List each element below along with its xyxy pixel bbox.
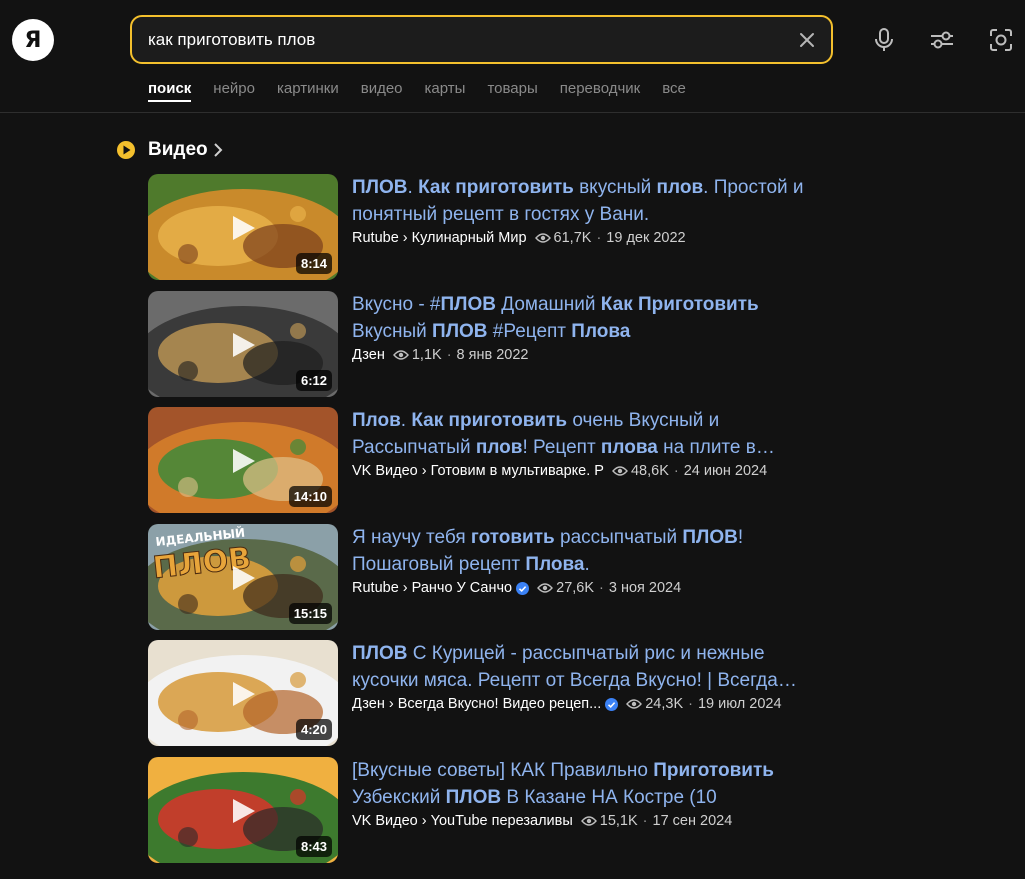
eye-icon bbox=[580, 816, 597, 826]
publish-date: 3 ноя 2024 bbox=[608, 580, 682, 596]
search-input[interactable] bbox=[148, 29, 768, 50]
meta-separator: · bbox=[596, 230, 602, 246]
video-duration: 15:15 bbox=[288, 603, 332, 624]
video-result: 14:10 Плов. Как приготовить очень Вкусны… bbox=[148, 407, 828, 513]
publish-date: 8 янв 2022 bbox=[456, 347, 529, 363]
video-meta: VK Видео › Готовим в мультиварке. Р 48,6… bbox=[352, 463, 822, 479]
play-icon bbox=[233, 333, 255, 357]
video-title-link[interactable]: Я научу тебя готовить рассыпчатый ПЛОВ! … bbox=[352, 524, 822, 578]
video-play-badge-icon bbox=[117, 141, 135, 159]
video-thumbnail[interactable]: 6:12 bbox=[148, 291, 338, 397]
view-count: 61,7K bbox=[553, 230, 592, 246]
video-thumbnail[interactable]: 14:10 bbox=[148, 407, 338, 513]
video-result: 8:43 [Вкусные советы] КАК Правильно Приг… bbox=[148, 757, 828, 863]
play-icon bbox=[233, 799, 255, 823]
video-source-link[interactable]: Дзен › Всегда Вкусно! Видео рецеп... bbox=[352, 696, 601, 712]
publish-date: 24 июн 2024 bbox=[683, 463, 768, 479]
video-title-link[interactable]: Плов. Как приготовить очень Вкусный и Ра… bbox=[352, 407, 822, 461]
video-meta: Дзен › Всегда Вкусно! Видео рецеп... 24,… bbox=[352, 696, 822, 712]
video-title-link[interactable]: [Вкусные советы] КАК Правильно Приготови… bbox=[352, 757, 822, 811]
eye-icon bbox=[392, 350, 409, 360]
eye-icon bbox=[612, 466, 628, 476]
video-source-link[interactable]: VK Видео › YouTube перезаливы bbox=[352, 813, 573, 829]
meta-separator: · bbox=[642, 813, 648, 829]
filters-button[interactable] bbox=[927, 25, 957, 55]
play-icon bbox=[233, 566, 255, 590]
video-duration: 14:10 bbox=[288, 486, 332, 507]
camera-lens-icon bbox=[990, 29, 1012, 51]
tab-5[interactable]: товары bbox=[487, 80, 537, 102]
verified-badge-icon bbox=[605, 697, 619, 711]
video-meta: Rutube › Кулинарный Мир 61,7K · 19 дек 2… bbox=[352, 230, 822, 246]
video-meta: Дзен 1,1K · 8 янв 2022 bbox=[352, 347, 822, 363]
video-duration: 6:12 bbox=[295, 370, 332, 391]
video-duration: 8:43 bbox=[295, 836, 332, 857]
yandex-logo[interactable]: Я bbox=[12, 19, 54, 61]
view-count: 48,6K bbox=[630, 463, 669, 479]
eye-icon bbox=[626, 699, 643, 709]
video-result: ИДЕАЛЬНЫЙ ПЛОВ 15:15 Я научу тебя готови… bbox=[148, 524, 828, 630]
publish-date: 17 сен 2024 bbox=[652, 813, 733, 829]
voice-search-button[interactable] bbox=[869, 25, 899, 55]
tab-7[interactable]: все bbox=[662, 80, 686, 102]
tab-0[interactable]: поиск bbox=[148, 80, 192, 102]
play-icon bbox=[233, 216, 255, 240]
video-result: 4:20 ПЛОВ С Курицей - рассыпчатый рис и … bbox=[148, 640, 828, 746]
image-search-button[interactable] bbox=[986, 25, 1016, 55]
video-source-link[interactable]: Rutube › Кулинарный Мир bbox=[352, 230, 527, 246]
publish-date: 19 июл 2024 bbox=[697, 696, 782, 712]
eye-icon bbox=[537, 583, 554, 593]
meta-separator: · bbox=[446, 347, 452, 363]
view-count: 27,6K bbox=[556, 580, 595, 596]
video-title-link[interactable]: ПЛОВ. Как приготовить вкусный плов. Прос… bbox=[352, 174, 822, 228]
video-result: 8:14 ПЛОВ. Как приготовить вкусный плов.… bbox=[148, 174, 828, 280]
tab-3[interactable]: видео bbox=[361, 80, 403, 102]
play-icon bbox=[233, 449, 255, 473]
clear-search-button[interactable] bbox=[795, 28, 819, 52]
microphone-icon bbox=[875, 28, 893, 51]
video-meta: VK Видео › YouTube перезаливы 15,1K · 17… bbox=[352, 813, 822, 829]
logo-letter: Я bbox=[24, 27, 42, 53]
meta-separator: · bbox=[688, 696, 693, 712]
verified-badge-icon bbox=[516, 581, 530, 595]
video-source-link[interactable]: Дзен bbox=[352, 347, 385, 363]
video-thumbnail[interactable]: ИДЕАЛЬНЫЙ ПЛОВ 15:15 bbox=[148, 524, 338, 630]
tab-1[interactable]: нейро bbox=[213, 80, 255, 102]
view-count: 15,1K bbox=[599, 813, 638, 829]
play-icon bbox=[233, 682, 255, 706]
video-title-link[interactable]: Вкусно - #ПЛОВ Домашний Как Приготовить … bbox=[352, 291, 822, 345]
video-section-header[interactable]: Видео bbox=[116, 139, 224, 161]
video-meta: Rutube › Ранчо У Санчо 27,6K · 3 ноя 202… bbox=[352, 580, 822, 596]
view-count: 24,3K bbox=[645, 696, 684, 712]
video-duration: 8:14 bbox=[295, 253, 332, 274]
tab-6[interactable]: переводчик bbox=[560, 80, 640, 102]
tab-4[interactable]: карты bbox=[425, 80, 466, 102]
view-count: 1,1K bbox=[411, 347, 442, 363]
video-title-link[interactable]: ПЛОВ С Курицей - рассыпчатый рис и нежны… bbox=[352, 640, 822, 694]
video-source-link[interactable]: VK Видео › Готовим в мультиварке. Р bbox=[352, 463, 604, 479]
meta-separator: · bbox=[673, 463, 679, 479]
video-duration: 4:20 bbox=[295, 719, 332, 740]
meta-separator: · bbox=[599, 580, 604, 596]
search-box[interactable] bbox=[130, 15, 833, 64]
close-icon bbox=[800, 33, 814, 47]
tab-2[interactable]: картинки bbox=[277, 80, 339, 102]
section-title: Видео bbox=[148, 139, 208, 160]
chevron-right-icon bbox=[213, 143, 223, 157]
search-tabs: поиск нейро картинки видео карты товары перево… bbox=[148, 80, 708, 102]
video-thumbnail[interactable]: 8:14 bbox=[148, 174, 338, 280]
video-result: 6:12 Вкусно - #ПЛОВ Домашний Как Пригото… bbox=[148, 291, 828, 397]
eye-icon bbox=[534, 233, 551, 243]
video-source-link[interactable]: Rutube › Ранчо У Санчо bbox=[352, 580, 512, 596]
publish-date: 19 дек 2022 bbox=[606, 230, 686, 246]
sliders-icon bbox=[931, 31, 953, 49]
video-thumbnail[interactable]: 4:20 bbox=[148, 640, 338, 746]
video-thumbnail[interactable]: 8:43 bbox=[148, 757, 338, 863]
header-divider bbox=[0, 112, 1025, 113]
